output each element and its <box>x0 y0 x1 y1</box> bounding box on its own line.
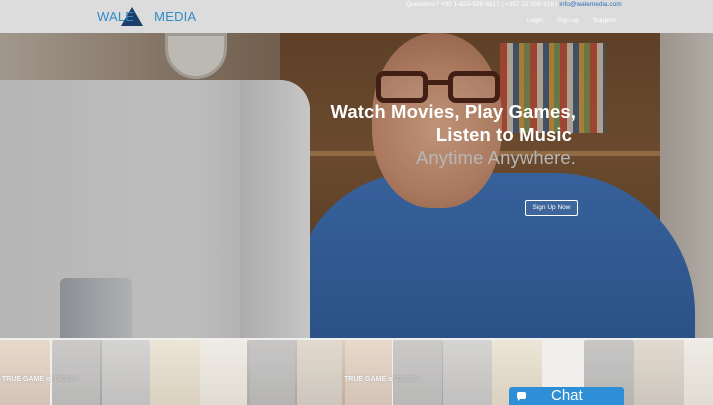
hero-banner: Watch Movies, Play Games, Listen to Musi… <box>0 33 713 338</box>
contact-phones: Questions? +00 1-825-528-6517 | +357 22 … <box>406 1 558 8</box>
logo-text-wale: WALE <box>97 9 135 24</box>
chat-label: Chat <box>551 387 583 404</box>
hero-headline-line3: Anytime Anywhere. <box>415 147 576 168</box>
sign-up-now-button[interactable]: Sign Up Now <box>525 200 578 216</box>
hero-overlay <box>0 33 713 338</box>
wale-media-logo[interactable]: WALE MEDIA <box>97 7 197 27</box>
contact-info: Questions? +00 1-825-528-6517 | +357 22 … <box>406 1 622 8</box>
nav-login-link[interactable]: Login <box>527 17 543 24</box>
nav-support-link[interactable]: Support <box>593 17 616 24</box>
hero-headline-line1: Watch Movies, Play Games, <box>330 101 576 122</box>
chat-bubble-icon <box>517 392 526 401</box>
logo-text-media: MEDIA <box>154 9 197 24</box>
nav-signup-link[interactable]: Sign up <box>557 17 579 24</box>
site-header: WALE MEDIA Questions? +00 1-825-528-6517 … <box>0 0 713 33</box>
chat-widget-button[interactable]: Chat <box>509 387 624 405</box>
contact-email-link[interactable]: info@walemedia.com <box>559 1 621 8</box>
hero-headline-line2: Listen to Music <box>435 124 572 145</box>
